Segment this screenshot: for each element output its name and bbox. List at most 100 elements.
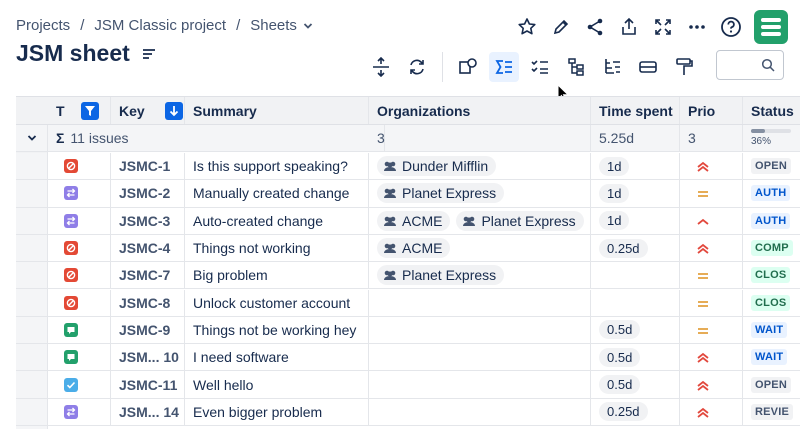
issue-key-link[interactable]: JSMC-9 xyxy=(119,322,170,338)
column-header-key[interactable]: Key xyxy=(111,97,185,124)
cell-organizations[interactable]: Dunder Mifflin xyxy=(369,153,591,180)
issue-key-link[interactable]: JSMC-7 xyxy=(119,267,170,283)
cell-organizations[interactable]: Planet Express xyxy=(369,180,591,207)
table-row[interactable]: JSMC-8 Unlock customer account CLOS xyxy=(16,289,800,317)
cell-summary[interactable]: Manually created change xyxy=(185,180,369,207)
search-input[interactable] xyxy=(716,50,784,80)
cell-time-spent[interactable]: 0.5d xyxy=(591,316,680,344)
sum-icon[interactable] xyxy=(489,52,519,82)
cell-time-spent[interactable]: 0.25d xyxy=(591,234,680,262)
status-badge[interactable]: WAIT xyxy=(751,349,788,366)
hierarchy-icon[interactable] xyxy=(561,52,591,82)
issue-key-link[interactable]: JSMC-3 xyxy=(119,213,170,229)
issue-key-link[interactable]: JSMC-1 xyxy=(119,158,170,174)
cell-type[interactable] xyxy=(48,207,111,234)
cell-priority[interactable] xyxy=(680,371,743,398)
organization-chip[interactable]: Planet Express xyxy=(377,183,505,204)
breadcrumb-project[interactable]: JSM Classic project xyxy=(94,17,226,34)
column-header-organizations[interactable]: Organizations xyxy=(369,97,591,124)
status-badge[interactable]: CLOS xyxy=(751,267,791,284)
cell-priority[interactable] xyxy=(680,207,743,234)
column-header-priority[interactable]: Prio xyxy=(680,97,743,124)
cell-time-spent[interactable] xyxy=(591,262,680,289)
issue-key-link[interactable]: JSMC-8 xyxy=(119,295,170,311)
column-header-status[interactable]: Status xyxy=(743,97,800,124)
chevron-down-icon[interactable] xyxy=(303,21,313,31)
cell-key[interactable]: JSMC-4 xyxy=(111,234,185,262)
star-icon[interactable] xyxy=(516,16,538,38)
cell-status[interactable]: AUTH xyxy=(743,180,800,206)
issue-key-link[interactable]: JSM... 10 xyxy=(119,349,179,365)
help-icon[interactable] xyxy=(720,16,742,38)
cell-organizations[interactable]: ACME xyxy=(369,234,591,262)
status-badge[interactable]: OPEN xyxy=(751,158,791,175)
cell-organizations[interactable] xyxy=(369,316,591,344)
status-badge[interactable]: AUTH xyxy=(751,212,791,229)
share-icon[interactable] xyxy=(584,16,606,38)
cell-priority[interactable] xyxy=(680,344,743,371)
cell-status[interactable]: OPEN xyxy=(743,371,800,397)
cell-summary[interactable]: Auto-created change xyxy=(185,207,369,234)
table-row[interactable]: JSMC-11 Well hello 0.5d OPEN xyxy=(16,371,800,399)
table-row[interactable]: JSMC-4 Things not working ACME 0.25d COM… xyxy=(16,234,800,263)
cell-key[interactable]: JSMC-3 xyxy=(111,207,185,234)
cell-time-spent[interactable]: 1d xyxy=(591,153,680,180)
cell-organizations[interactable]: ACME Planet Express xyxy=(369,207,591,234)
collapse-toggle[interactable] xyxy=(16,125,48,152)
cell-status[interactable]: COMP xyxy=(743,235,800,261)
organization-chip[interactable]: Planet Express xyxy=(377,265,505,286)
cell-type[interactable] xyxy=(48,262,111,289)
cell-key[interactable]: JSMC-7 xyxy=(111,262,185,289)
cell-summary[interactable]: Is this support speaking? xyxy=(185,153,369,180)
cell-summary[interactable]: Well hello xyxy=(185,371,369,398)
cell-status[interactable]: WAIT xyxy=(743,317,800,343)
organization-chip[interactable]: ACME xyxy=(377,210,451,231)
filter-icon[interactable] xyxy=(80,101,99,120)
cell-organizations[interactable] xyxy=(369,289,591,316)
cell-key[interactable]: JSMC-1 xyxy=(111,153,185,180)
cell-type[interactable] xyxy=(48,153,111,180)
status-badge[interactable]: WAIT xyxy=(751,321,788,338)
cell-summary[interactable]: I need software xyxy=(185,344,369,371)
cell-status[interactable]: REVIE xyxy=(743,399,800,425)
app-logo-icon[interactable] xyxy=(754,10,788,44)
cell-key[interactable]: JSMC-11 xyxy=(111,371,185,398)
cell-key[interactable]: JSM... 10 xyxy=(111,344,185,371)
checklist-icon[interactable] xyxy=(525,52,555,82)
issue-key-link[interactable]: JSMC-11 xyxy=(119,377,177,393)
cell-time-spent[interactable]: 0.5d xyxy=(591,371,680,398)
cell-summary[interactable]: Things not be working hey xyxy=(185,316,369,344)
fullscreen-icon[interactable] xyxy=(652,16,674,38)
cell-status[interactable]: OPEN xyxy=(743,153,800,179)
table-row[interactable]: JSM... 10 I need software 0.5d WAIT xyxy=(16,344,800,372)
cell-priority[interactable] xyxy=(680,316,743,344)
cell-status[interactable]: WAIT xyxy=(743,344,800,370)
status-badge[interactable]: AUTH xyxy=(751,185,791,202)
issue-key-link[interactable]: JSMC-2 xyxy=(119,185,170,201)
group-tree-icon[interactable] xyxy=(597,52,627,82)
table-row[interactable]: JSMC-3 Auto-created change ACME Planet Ex… xyxy=(16,207,800,235)
organization-chip[interactable]: Planet Express xyxy=(456,210,584,231)
organization-chip[interactable]: ACME xyxy=(377,238,451,259)
cell-summary[interactable]: Things not working xyxy=(185,234,369,262)
column-header-time-spent[interactable]: Time spent xyxy=(591,97,680,124)
table-row[interactable]: JSMC-9 Things not be working hey 0.5d WA… xyxy=(16,316,800,345)
column-header-type[interactable]: T xyxy=(48,97,111,124)
refresh-icon[interactable] xyxy=(402,52,432,82)
organization-chip[interactable]: Dunder Mifflin xyxy=(377,156,497,177)
issue-key-link[interactable]: JSM... 14 xyxy=(119,404,179,420)
cell-status[interactable]: AUTH xyxy=(743,208,800,234)
cell-organizations[interactable] xyxy=(369,344,591,371)
cell-key[interactable]: JSM... 14 xyxy=(111,398,185,425)
breadcrumb-projects[interactable]: Projects xyxy=(16,17,70,34)
cell-summary[interactable]: Big problem xyxy=(185,262,369,289)
table-row[interactable]: JSMC-7 Big problem Planet Express CLOS xyxy=(16,262,800,290)
cell-key[interactable]: JSMC-8 xyxy=(111,289,185,316)
menu-icon[interactable] xyxy=(142,47,156,61)
card-icon[interactable] xyxy=(633,52,663,82)
cell-time-spent[interactable]: 0.5d xyxy=(591,344,680,371)
cell-priority[interactable] xyxy=(680,234,743,262)
cell-organizations[interactable] xyxy=(369,398,591,425)
cell-priority[interactable] xyxy=(680,289,743,316)
status-badge[interactable]: OPEN xyxy=(751,376,791,393)
